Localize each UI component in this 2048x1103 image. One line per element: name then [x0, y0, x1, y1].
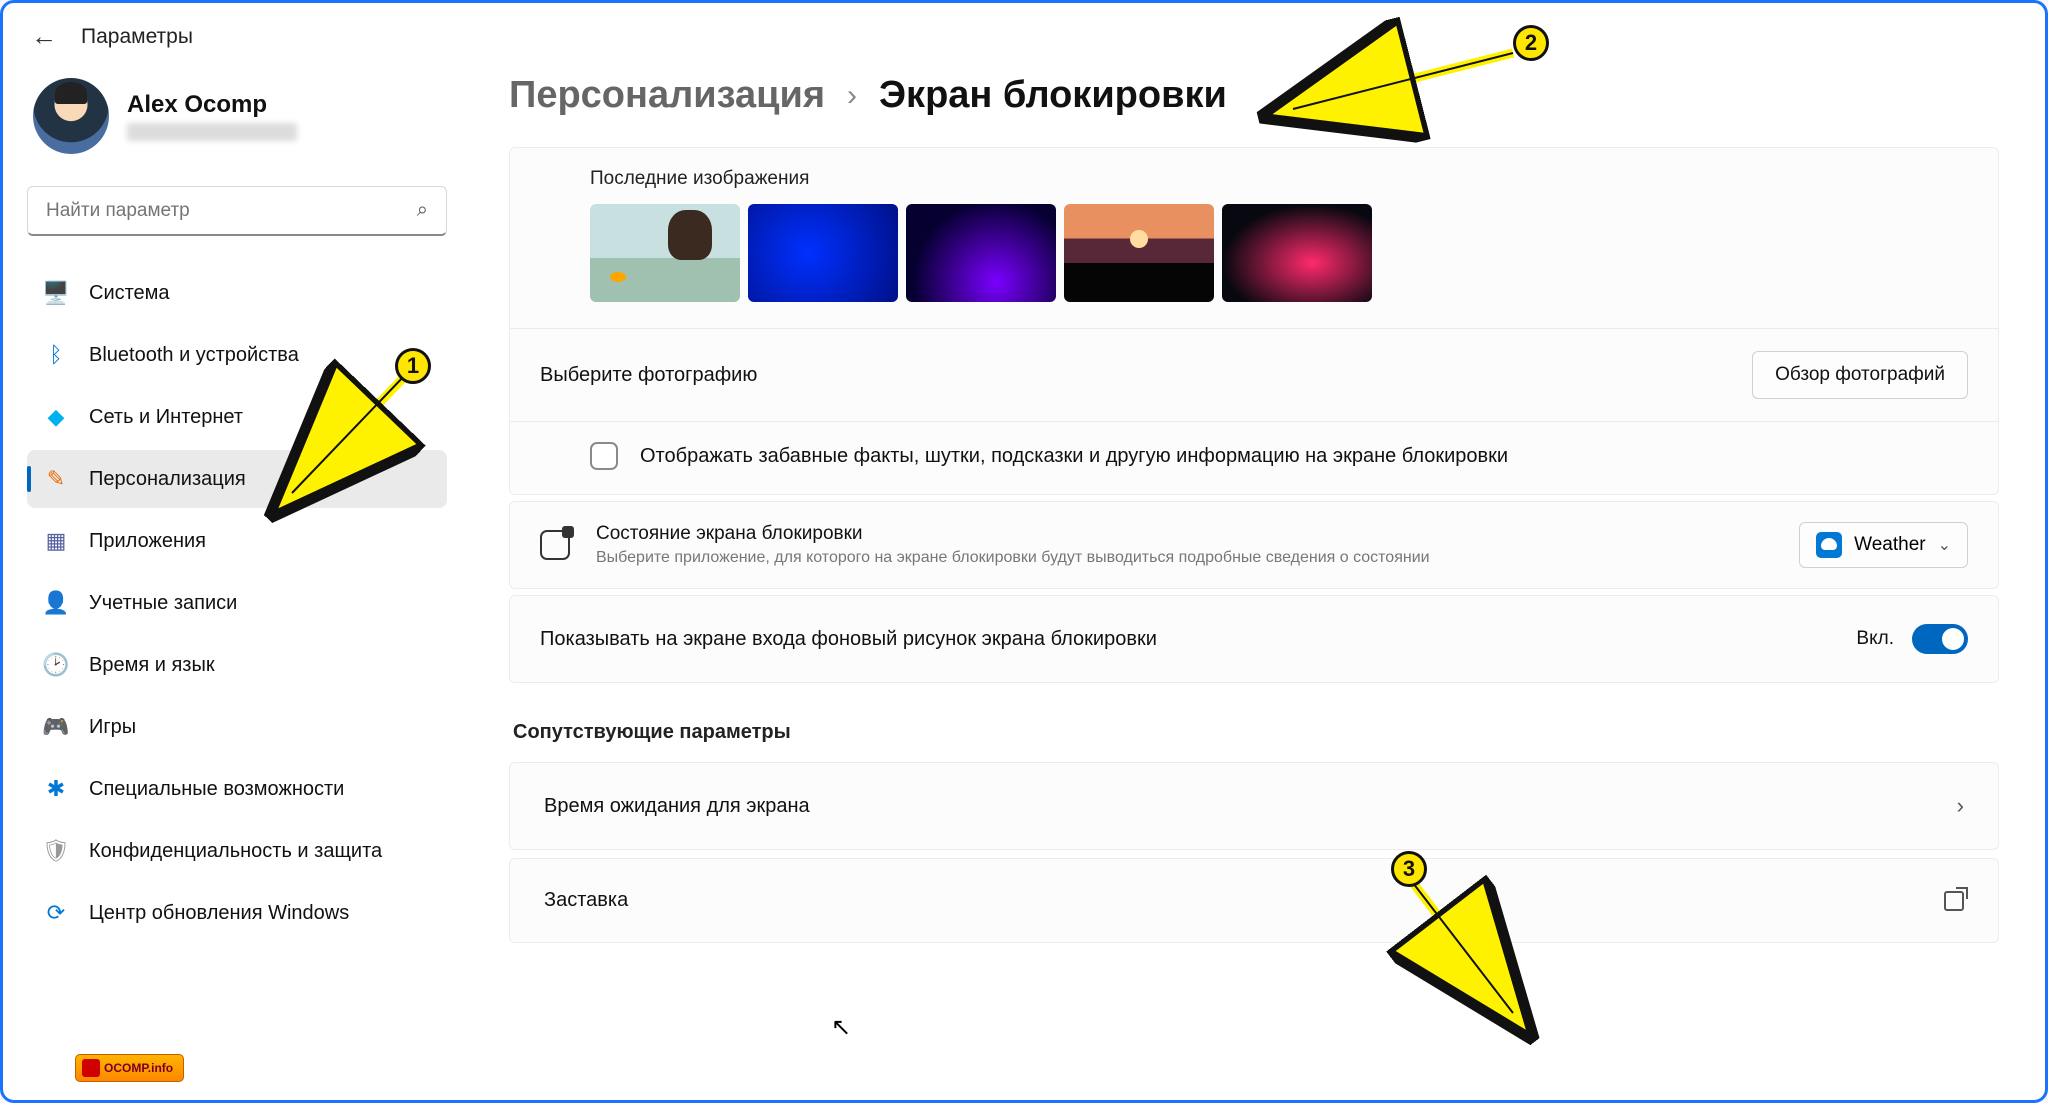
sidebar-item-1[interactable]: ᛒ Bluetooth и устройства [27, 326, 447, 384]
annotation-marker-2: 2 [1513, 25, 1549, 61]
status-app-icon [540, 530, 570, 560]
fun-facts-label: Отображать забавные факты, шутки, подска… [640, 445, 1508, 468]
chevron-right-icon: › [1957, 793, 1964, 819]
recent-image-thumb[interactable] [748, 204, 898, 302]
nav-icon: ⟳ [43, 900, 69, 926]
nav-label: Игры [89, 716, 136, 739]
chevron-right-icon: › [847, 79, 857, 113]
nav-label: Bluetooth и устройства [89, 344, 299, 367]
recent-image-thumb[interactable] [1222, 204, 1372, 302]
recent-image-thumb[interactable] [1064, 204, 1214, 302]
main-content: Персонализация › Экран блокировки Послед… [463, 60, 2045, 1099]
breadcrumb-parent[interactable]: Персонализация [509, 74, 825, 117]
related-settings-header: Сопутствующие параметры [513, 721, 1999, 744]
chevron-down-icon: ⌄ [1938, 535, 1951, 555]
nav-icon: 🕑 [43, 652, 69, 678]
back-button[interactable]: ← [31, 21, 57, 52]
profile-email-blurred [127, 123, 297, 141]
choose-photo-label: Выберите фотографию [540, 364, 757, 387]
lock-status-row[interactable]: Состояние экрана блокировки Выберите при… [509, 501, 1999, 589]
lock-status-title: Состояние экрана блокировки [596, 523, 1430, 545]
nav-list: 🖥️ Система ᛒ Bluetooth и устройства ◆ Сеть и … [27, 264, 447, 942]
signin-bg-toggle[interactable] [1912, 624, 1968, 654]
search-icon: ⌕ [417, 199, 428, 222]
signin-bg-row: Показывать на экране входа фоновый рисун… [509, 595, 1999, 683]
screen-timeout-label: Время ожидания для экрана [544, 795, 810, 818]
annotation-marker-1: 1 [395, 348, 431, 384]
nav-icon: ✱ [43, 776, 69, 802]
settings-window: ← Параметры Alex Ocomp ⌕ 🖥️ Система ᛒ Bluet… [0, 0, 2048, 1103]
cursor-icon: ↖ [831, 1013, 851, 1042]
sidebar-item-2[interactable]: ◆ Сеть и Интернет [27, 388, 447, 446]
nav-icon: ✎ [43, 466, 69, 492]
sidebar-item-9[interactable]: 🛡 Конфиденциальность и защита [27, 822, 447, 880]
screensaver-link[interactable]: Заставка [509, 858, 1999, 943]
nav-label: Персонализация [89, 468, 246, 491]
breadcrumb-current: Экран блокировки [879, 74, 1227, 117]
nav-label: Система [89, 282, 170, 305]
status-app-selected: Weather [1854, 534, 1925, 556]
sidebar-item-8[interactable]: ✱ Специальные возможности [27, 760, 447, 818]
nav-label: Конфиденциальность и защита [89, 840, 382, 863]
title-bar: ← Параметры [3, 3, 2045, 60]
sidebar-item-10[interactable]: ⟳ Центр обновления Windows [27, 884, 447, 942]
nav-label: Приложения [89, 530, 206, 553]
nav-label: Время и язык [89, 654, 215, 677]
screensaver-label: Заставка [544, 889, 628, 912]
profile-block[interactable]: Alex Ocomp [27, 78, 447, 154]
sidebar-item-0[interactable]: 🖥️ Система [27, 264, 447, 322]
nav-icon: ▦ [43, 528, 69, 554]
recent-image-thumb[interactable] [906, 204, 1056, 302]
choose-photo-row: Выберите фотографию Обзор фотографий [510, 329, 1998, 421]
sidebar-item-7[interactable]: 🎮 Игры [27, 698, 447, 756]
app-title: Параметры [81, 25, 193, 49]
search-box[interactable]: ⌕ [27, 186, 447, 236]
browse-photos-button[interactable]: Обзор фотографий [1752, 351, 1968, 399]
recent-image-thumb[interactable] [590, 204, 740, 302]
nav-label: Сеть и Интернет [89, 406, 243, 429]
sidebar: Alex Ocomp ⌕ 🖥️ Система ᛒ Bluetooth и устро… [3, 60, 463, 1099]
signin-bg-label: Показывать на экране входа фоновый рисун… [540, 628, 1157, 651]
sidebar-item-6[interactable]: 🕑 Время и язык [27, 636, 447, 694]
profile-name: Alex Ocomp [127, 91, 297, 119]
status-app-dropdown[interactable]: Weather ⌄ [1799, 522, 1968, 568]
recent-images-label: Последние изображения [510, 148, 1998, 204]
nav-icon: 👤 [43, 590, 69, 616]
lock-status-desc: Выберите приложение, для которого на экр… [596, 549, 1430, 567]
screen-timeout-link[interactable]: Время ожидания для экрана › [509, 762, 1999, 850]
annotation-marker-3: 3 [1391, 851, 1427, 887]
nav-label: Центр обновления Windows [89, 902, 349, 925]
nav-label: Специальные возможности [89, 778, 344, 801]
sidebar-item-4[interactable]: ▦ Приложения [27, 512, 447, 570]
recent-images-row [510, 204, 1998, 328]
search-input[interactable] [46, 200, 390, 222]
watermark-logo: OCOMP.info [75, 1054, 184, 1082]
sidebar-item-5[interactable]: 👤 Учетные записи [27, 574, 447, 632]
photo-card: Последние изображения Выберите фотографи… [509, 147, 1999, 495]
toggle-state-label: Вкл. [1856, 628, 1894, 650]
avatar [33, 78, 109, 154]
nav-label: Учетные записи [89, 592, 237, 615]
nav-icon: 🛡 [43, 838, 69, 864]
weather-icon [1816, 532, 1842, 558]
fun-facts-row[interactable]: Отображать забавные факты, шутки, подска… [510, 422, 1998, 494]
nav-icon: 🎮 [43, 714, 69, 740]
breadcrumb: Персонализация › Экран блокировки [509, 74, 1999, 117]
nav-icon: ᛒ [43, 342, 69, 368]
nav-icon: 🖥️ [43, 280, 69, 306]
sidebar-item-3[interactable]: ✎ Персонализация [27, 450, 447, 508]
fun-facts-checkbox[interactable] [590, 442, 618, 470]
nav-icon: ◆ [43, 404, 69, 430]
external-link-icon [1944, 891, 1964, 911]
